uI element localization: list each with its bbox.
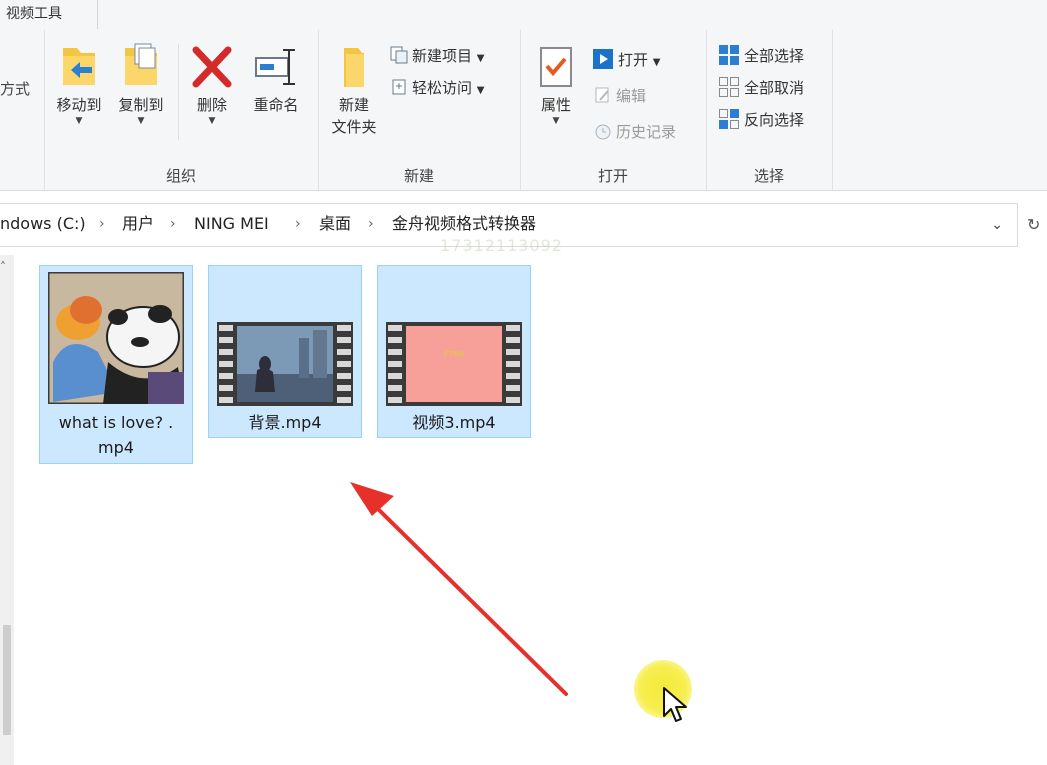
rename-button[interactable]: 重命名: [244, 44, 308, 116]
video-thumbnail-city: [237, 326, 333, 402]
new-item-icon: [390, 46, 408, 63]
open-label: 打开: [618, 51, 649, 69]
breadcrumb-user[interactable]: NING MEI: [194, 204, 269, 246]
select-all-icon: [719, 44, 739, 65]
edit-label: 编辑: [616, 87, 647, 105]
new-folder-label-1: 新建: [338, 96, 369, 114]
chevron-down-icon: ▼: [652, 57, 661, 68]
file-item[interactable]: CTOA 视频3.mp4: [377, 265, 531, 438]
breadcrumb-drive[interactable]: ndows (C:): [0, 204, 86, 246]
new-folder-icon: [344, 48, 364, 87]
file-item[interactable]: 背景.mp4: [208, 265, 362, 438]
group-label-organize: 组织: [165, 167, 196, 185]
move-to-icon: [63, 48, 95, 85]
file-name-line2: mp4: [98, 438, 134, 457]
chevron-down-icon: ▼: [75, 116, 83, 126]
new-item-button[interactable]: 新建项目 ▼: [390, 42, 485, 70]
tab-video-tools[interactable]: 视频工具: [0, 0, 98, 29]
delete-button[interactable]: 删除 ▼: [186, 44, 238, 126]
chevron-down-icon: ▼: [208, 116, 216, 126]
group-open: 属性 ▼ 打开 ▼ 编辑 历史记录 打开: [520, 30, 707, 190]
new-folder-label-2: 文件夹: [331, 118, 377, 136]
move-to-button[interactable]: 移动到 ▼: [50, 42, 108, 126]
watermark: 17312113092: [440, 236, 563, 255]
properties-label: 属性: [540, 96, 571, 114]
delete-x-icon: [192, 46, 232, 88]
video-thumbnail-pink: CTOA: [406, 326, 502, 402]
new-item-label: 新建项目: [412, 47, 473, 65]
new-folder-button[interactable]: 新建 文件夹: [322, 44, 386, 138]
breadcrumb-users[interactable]: 用户: [122, 204, 154, 246]
move-to-label: 移动到: [56, 96, 102, 114]
chevron-down-icon: ▼: [137, 116, 145, 126]
easy-access-label: 轻松访问: [412, 79, 473, 97]
history-button[interactable]: 历史记录: [594, 118, 676, 146]
history-label: 历史记录: [616, 123, 677, 141]
group-organize: 移动到 ▼ 复制到 ▼ 删除 ▼ 重命名 组织: [44, 30, 319, 190]
copy-to-label: 复制到: [118, 96, 164, 114]
history-icon: [595, 124, 611, 139]
chevron-down-icon: ▼: [476, 53, 485, 64]
video-file-icon: CTOA: [386, 322, 522, 406]
group-select: 全部选择 全部取消 反向选择 选择: [706, 30, 833, 190]
breadcrumb-separator-icon[interactable]: ›: [368, 204, 374, 246]
file-name: 视频3.mp4: [412, 413, 496, 432]
copy-to-icon: [125, 43, 157, 85]
invert-selection-label: 反向选择: [744, 111, 805, 129]
divider: [178, 44, 179, 140]
mouse-cursor-icon: [663, 687, 687, 722]
invert-selection-button[interactable]: 反向选择: [718, 106, 804, 134]
select-none-button[interactable]: 全部取消: [718, 74, 804, 102]
select-none-label: 全部取消: [744, 79, 805, 97]
invert-selection-icon: [719, 108, 739, 129]
group-label-open: 打开: [597, 167, 628, 185]
select-all-button[interactable]: 全部选择: [718, 42, 804, 70]
video-thumbnail-cartoon: [48, 272, 184, 404]
scroll-up-icon[interactable]: ˄: [0, 260, 6, 274]
partial-label[interactable]: 方式: [0, 78, 30, 99]
scrollbar-thumb[interactable]: [3, 625, 11, 735]
easy-access-button[interactable]: 轻松访问 ▼: [390, 74, 485, 102]
breadcrumb-separator-icon[interactable]: ›: [170, 204, 176, 246]
properties-icon: [540, 47, 572, 87]
open-button[interactable]: 打开 ▼: [592, 46, 661, 74]
group-new: 新建 文件夹 新建项目 ▼ 轻松访问 ▼ 新建: [318, 30, 521, 190]
copy-to-button[interactable]: 复制到 ▼: [112, 42, 170, 126]
edit-button[interactable]: 编辑: [594, 82, 646, 110]
properties-button[interactable]: 属性 ▼: [530, 44, 582, 126]
chevron-down-icon: ▼: [476, 85, 485, 96]
edit-icon: [595, 87, 609, 102]
group-label-select: 选择: [753, 167, 784, 185]
refresh-icon[interactable]: ↻: [1027, 214, 1047, 236]
chevron-down-icon: ▼: [552, 116, 560, 126]
breadcrumb-separator-icon[interactable]: ›: [99, 204, 105, 246]
ribbon: 方式 移动到 ▼ 复制到 ▼ 删除 ▼ 重命名 组织 新建 文件夹 新建项目 ▼…: [0, 30, 1047, 191]
select-none-icon: [719, 76, 739, 97]
ribbon-tab-strip: 视频工具: [0, 0, 1047, 31]
rename-icon: [255, 49, 295, 85]
video-file-icon: [217, 322, 353, 406]
delete-label: 删除: [196, 96, 227, 114]
breadcrumb-separator-icon[interactable]: ›: [295, 204, 301, 246]
file-name: 背景.mp4: [248, 413, 322, 432]
group-label-new: 新建: [403, 167, 434, 185]
address-dropdown-chevron-icon[interactable]: ⌄: [991, 204, 1003, 246]
file-name-line1: what is love? .: [58, 413, 174, 432]
thumbnail-text: CTOA: [443, 350, 465, 358]
rename-label: 重命名: [253, 96, 299, 114]
select-all-label: 全部选择: [744, 47, 805, 65]
easy-access-icon: [392, 79, 406, 94]
breadcrumb-desktop[interactable]: 桌面: [319, 204, 351, 246]
navigation-pane-scrollbar[interactable]: [0, 255, 14, 765]
open-video-icon: [593, 48, 613, 69]
file-item[interactable]: what is love? . mp4: [39, 265, 193, 464]
group-clipboard-partial: 方式: [0, 30, 45, 190]
